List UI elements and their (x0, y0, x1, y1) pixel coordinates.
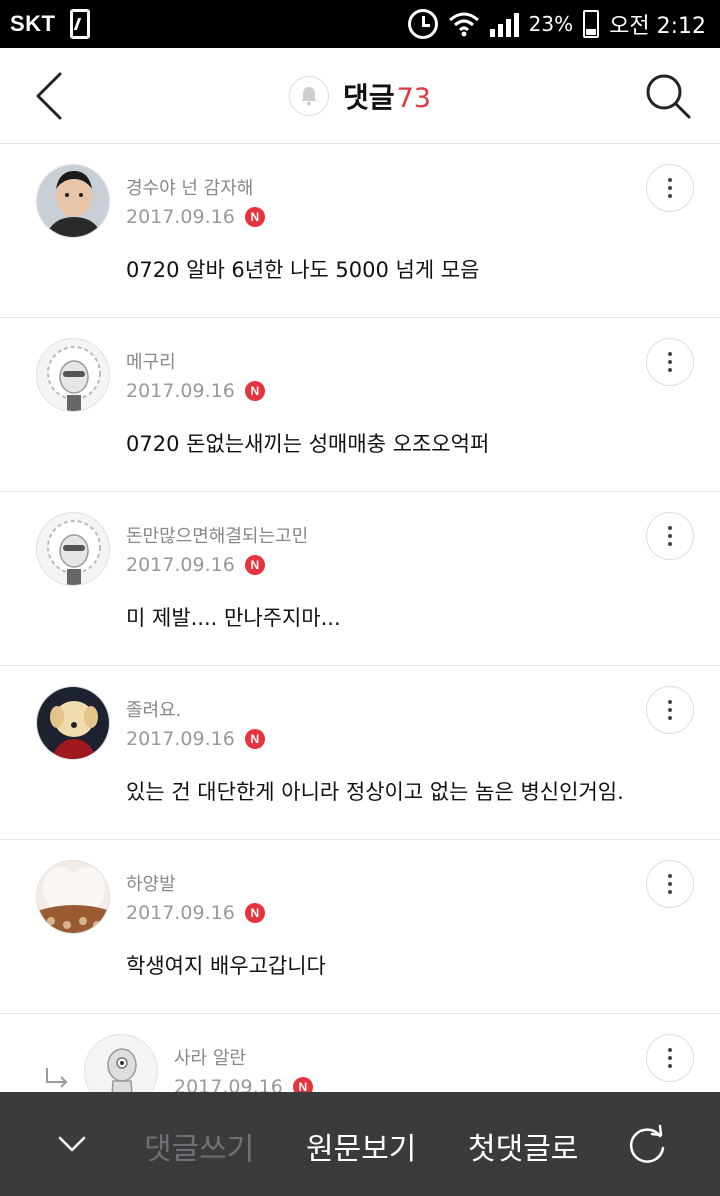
avatar[interactable] (36, 164, 110, 238)
refresh-button[interactable] (626, 1124, 668, 1166)
reply-comment-item: 사라 알란 2017.09.16 N (0, 1014, 720, 1092)
signal-icon (489, 11, 519, 37)
refresh-icon (629, 1124, 665, 1163)
bell-icon (301, 87, 318, 106)
comment-date: 2017.09.16 (126, 206, 235, 228)
comment-meta: 2017.09.16 N (126, 206, 265, 228)
new-badge: N (244, 381, 265, 401)
comment-meta: 2017.09.16 N (126, 728, 265, 750)
new-badge: N (244, 555, 265, 575)
comment-author[interactable]: 하양발 (126, 870, 176, 896)
avatar[interactable] (36, 860, 110, 934)
page-title-text: 댓글 (343, 81, 395, 114)
comment-item: 돈만많으면해결되는고민 2017.09.16 N 미 제발.... 만나주지마.… (0, 492, 720, 666)
comment-item: 하양발 2017.09.16 N 학생여지 배우고갑니다 (0, 840, 720, 1014)
avatar[interactable] (36, 338, 110, 412)
more-options-button[interactable] (646, 338, 694, 386)
page-title: 댓글73 (343, 76, 431, 116)
fur-avatar-image (37, 861, 109, 933)
more-options-button[interactable] (646, 1034, 694, 1082)
new-badge: N (244, 903, 265, 923)
battery-percent: 23% (528, 12, 574, 36)
app-header: 댓글73 (0, 48, 720, 144)
comment-author[interactable]: 경수야 넌 감자해 (126, 174, 253, 200)
alien-character-avatar-image (85, 1035, 157, 1092)
new-badge: N (244, 207, 265, 227)
comment-meta: 2017.09.16 N (126, 380, 265, 402)
comment-item: 졸려요. 2017.09.16 N 있는 건 대단한게 아니라 정상이고 없는 … (0, 666, 720, 840)
carrier-label: SKT (10, 11, 56, 36)
sim-icon (69, 9, 90, 39)
more-options-button[interactable] (646, 512, 694, 560)
more-options-button[interactable] (646, 686, 694, 734)
reply-arrow-icon (46, 1068, 68, 1088)
clock: 오전 2:12 (609, 14, 706, 39)
comment-list[interactable]: 경수야 넌 감자해 2017.09.16 N 0720 알바 6년한 나도 50… (0, 144, 720, 1092)
comment-item: 메구리 2017.09.16 N 0720 돈없는새끼는 성매매충 오조오억퍼 (0, 318, 720, 492)
comment-date: 2017.09.16 (126, 380, 235, 402)
comment-date: 2017.09.16 (174, 1076, 283, 1092)
comment-item: 경수야 넌 감자해 2017.09.16 N 0720 알바 6년한 나도 50… (0, 144, 720, 318)
write-comment-button[interactable]: 댓글쓰기 (144, 1124, 254, 1168)
first-comment-button[interactable]: 첫댓글로 (468, 1124, 578, 1168)
comment-author[interactable]: 돈만많으면해결되는고민 (126, 522, 308, 548)
comment-meta: 2017.09.16 N (174, 1076, 313, 1092)
dog-avatar-image (37, 687, 109, 759)
avatar[interactable] (84, 1034, 158, 1092)
comment-author[interactable]: 사라 알란 (174, 1044, 246, 1070)
notification-bell-button[interactable] (289, 76, 330, 116)
view-original-button[interactable]: 원문보기 (306, 1124, 416, 1168)
default-character-avatar-image (37, 339, 109, 411)
avatar[interactable] (36, 512, 110, 586)
alarm-icon (407, 9, 438, 39)
comment-meta: 2017.09.16 N (126, 902, 265, 924)
comment-text: 0720 돈없는새끼는 성매매충 오조오억퍼 (126, 432, 490, 456)
new-badge: N (292, 1077, 313, 1092)
default-character-avatar-image (37, 513, 109, 585)
battery-icon (583, 10, 600, 38)
comment-date: 2017.09.16 (126, 728, 235, 750)
header-title-group: 댓글73 (0, 48, 720, 144)
comment-meta: 2017.09.16 N (126, 554, 265, 576)
comment-author[interactable]: 메구리 (126, 348, 176, 374)
new-badge: N (244, 729, 265, 749)
comment-date: 2017.09.16 (126, 902, 235, 924)
comment-text: 있는 건 대단한게 아니라 정상이고 없는 놈은 병신인거임. (126, 780, 624, 804)
comment-date: 2017.09.16 (126, 554, 235, 576)
comment-text: 미 제발.... 만나주지마... (126, 606, 341, 630)
collapse-button[interactable] (54, 1128, 90, 1160)
search-icon (646, 74, 691, 119)
person-avatar-image (37, 165, 109, 237)
more-options-button[interactable] (646, 860, 694, 908)
more-options-button[interactable] (646, 164, 694, 212)
search-button[interactable] (644, 72, 692, 120)
wifi-icon (448, 11, 480, 37)
status-bar: SKT 23% 오전 2:12 (0, 0, 720, 48)
avatar[interactable] (36, 686, 110, 760)
comment-text: 0720 알바 6년한 나도 5000 넘게 모음 (126, 258, 480, 282)
comment-author[interactable]: 졸려요. (126, 696, 181, 722)
bottom-action-bar: 댓글쓰기 원문보기 첫댓글로 (0, 1092, 720, 1196)
chevron-down-icon (58, 1136, 86, 1152)
comment-text: 학생여지 배우고갑니다 (126, 954, 326, 978)
comment-count: 73 (396, 83, 431, 114)
